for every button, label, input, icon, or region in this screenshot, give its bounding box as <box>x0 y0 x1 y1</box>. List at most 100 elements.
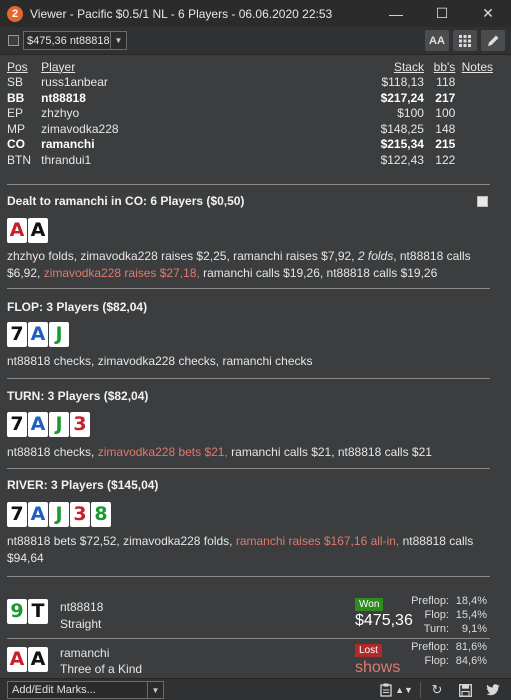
section-divider <box>7 468 490 469</box>
equity-label: Preflop: <box>411 595 449 607</box>
equity-label: Preflop: <box>411 641 449 653</box>
player-bbs: 118 <box>436 75 456 90</box>
save-button[interactable] <box>454 680 476 700</box>
player-notes[interactable] <box>457 152 493 168</box>
action-text: nt88818 checks, zimavodka228 checks, ram… <box>7 354 313 368</box>
player-pos: MP <box>7 121 25 136</box>
table-row: EP zhzhyo $100 100 <box>7 106 493 122</box>
playing-card: A <box>7 647 27 672</box>
playing-card: A <box>28 412 48 437</box>
showdown-cards: 9 T <box>7 599 48 624</box>
player-stack: $100 <box>397 106 424 121</box>
header-player[interactable]: Player <box>41 59 278 75</box>
playing-card: J <box>49 412 69 437</box>
close-button[interactable]: ✕ <box>465 0 511 27</box>
section-divider <box>7 378 490 379</box>
hand-select-value: $475,36 nt88818 <box>27 34 110 47</box>
chevron-down-icon[interactable]: ▼ <box>147 682 163 698</box>
playing-card: 8 <box>91 502 111 527</box>
select-hand-checkbox[interactable] <box>8 35 19 46</box>
note-icon[interactable] <box>477 196 488 207</box>
toolbar: $475,36 nt88818 ▼ AA <box>0 27 511 55</box>
hand-select-dropdown[interactable]: $475,36 nt88818 ▼ <box>23 31 127 50</box>
player-notes[interactable] <box>457 137 493 153</box>
grid-button[interactable] <box>453 30 477 51</box>
player-name[interactable]: thrandui1 <box>41 152 278 168</box>
table-row: BB nt88818 $217,24 217 <box>7 90 493 106</box>
equity-label: Flop: <box>424 609 449 621</box>
font-size-button[interactable]: AA <box>425 30 449 51</box>
player-bbs: 122 <box>435 152 456 167</box>
player-name[interactable]: nt88818 <box>41 90 278 106</box>
playing-card: A <box>28 502 48 527</box>
turn-cards: 7 A J 3 <box>7 412 90 437</box>
playing-card: A <box>28 322 48 347</box>
header-stack[interactable]: Stack <box>278 59 426 75</box>
result-player-name[interactable]: nt88818 <box>60 600 103 614</box>
sort-icon[interactable]: ▲▼ <box>395 680 413 700</box>
action-text: nt88818 checks, <box>7 445 98 459</box>
minimize-button[interactable]: — <box>373 0 419 27</box>
table-row: BTN thrandui1 $122,43 122 <box>7 152 493 168</box>
table-row: MP zimavodka228 $148,25 148 <box>7 121 493 137</box>
clipboard-icon <box>380 683 392 697</box>
playing-card: 7 <box>7 322 27 347</box>
pencil-icon <box>487 35 498 46</box>
divider <box>420 682 421 698</box>
player-pos: BTN <box>7 152 31 167</box>
equity-value: 84,6% <box>455 655 487 667</box>
app-logo-icon: 2 <box>7 5 23 22</box>
player-pos: EP <box>7 106 24 121</box>
hand-history-view: Pos Player Stack bb's Notes SB russ1anbe… <box>0 56 511 678</box>
action-text: ramanchi calls $19,26, nt88818 calls $19… <box>199 265 438 280</box>
edit-button[interactable] <box>481 30 505 51</box>
action-text: zhzhyo folds, zimavodka228 raises $2,25,… <box>7 249 358 263</box>
player-pos: SB <box>7 75 24 90</box>
flop-cards: 7 A J <box>7 322 69 347</box>
river-cards: 7 A J 3 8 <box>7 502 111 527</box>
maximize-button[interactable]: ☐ <box>419 0 465 27</box>
playing-card: J <box>49 322 69 347</box>
equity-value: 81,6% <box>455 641 487 653</box>
players-table: Pos Player Stack bb's Notes SB russ1anbe… <box>7 59 493 168</box>
grid-icon <box>459 34 471 47</box>
equity-label: Flop: <box>424 655 449 667</box>
table-row: CO ramanchi $215,34 215 <box>7 137 493 153</box>
showdown-cards: A A <box>7 647 48 672</box>
player-stack: $122,43 <box>380 152 424 167</box>
preflop-actions: zhzhyo folds, zimavodka228 raises $2,25,… <box>7 248 490 281</box>
refresh-button[interactable]: ↻ <box>426 680 448 700</box>
player-notes[interactable] <box>457 90 493 106</box>
player-pos: BB <box>7 90 25 105</box>
player-notes[interactable] <box>457 75 493 91</box>
marks-dropdown[interactable]: Add/Edit Marks... ▼ <box>7 681 164 699</box>
won-badge: Won <box>355 598 384 611</box>
header-notes[interactable]: Notes <box>457 59 493 75</box>
clipboard-button[interactable] <box>375 680 397 700</box>
equity-value: 9,1% <box>461 623 487 635</box>
header-pos[interactable]: Pos <box>7 59 41 75</box>
chevron-down-icon[interactable]: ▼ <box>110 32 126 49</box>
action-text-highlight: zimavodka228 bets $21, <box>97 445 228 459</box>
player-name[interactable]: ramanchi <box>41 137 278 153</box>
result-hand-rank: Straight <box>60 617 102 631</box>
header-bbs[interactable]: bb's <box>426 59 457 75</box>
lost-badge: Lost <box>355 644 382 657</box>
player-notes[interactable] <box>457 106 493 122</box>
twitter-button[interactable] <box>482 680 504 700</box>
title-bar: 2 Viewer - Pacific $0.5/1 NL - 6 Players… <box>0 0 511 27</box>
playing-card: J <box>49 502 69 527</box>
result-player-name[interactable]: ramanchi <box>60 646 109 660</box>
flop-actions: nt88818 checks, zimavodka228 checks, ram… <box>7 353 490 370</box>
section-divider <box>7 638 490 639</box>
table-row: SB russ1anbear $118,13 118 <box>7 75 493 91</box>
player-stack: $215,34 <box>380 137 424 152</box>
player-bbs: 217 <box>435 90 456 105</box>
player-name[interactable]: zimavodka228 <box>41 121 278 137</box>
turn-actions: nt88818 checks, zimavodka228 bets $21, r… <box>7 444 490 461</box>
playing-card: A <box>28 218 48 243</box>
player-name[interactable]: zhzhyo <box>41 106 278 122</box>
player-name[interactable]: russ1anbear <box>41 75 278 91</box>
playing-card: A <box>7 218 27 243</box>
player-notes[interactable] <box>457 121 493 137</box>
